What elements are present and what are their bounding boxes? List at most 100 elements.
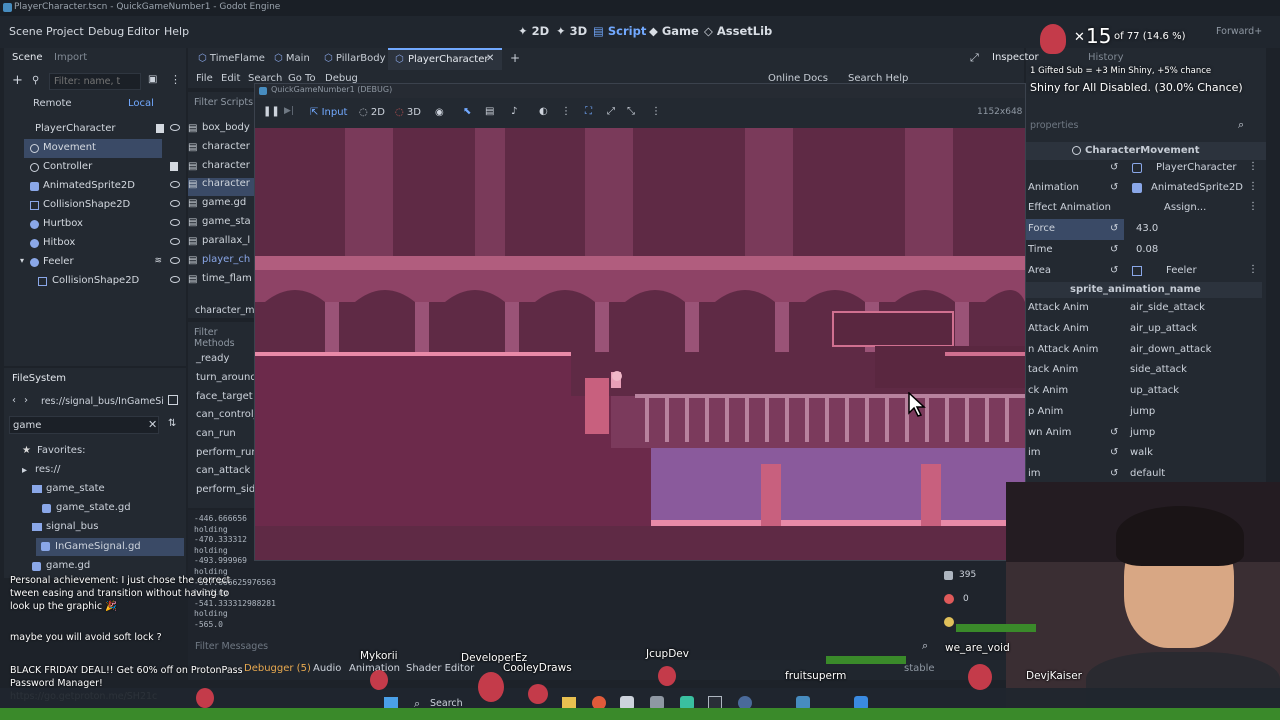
script-menu-edit[interactable]: Edit xyxy=(221,73,240,84)
method-item[interactable]: perform_run xyxy=(196,447,258,458)
subsection-sprite-animation-name[interactable]: sprite_animation_name xyxy=(1026,282,1262,298)
visibility-eye-icon[interactable] xyxy=(170,124,180,131)
mode-2d-button[interactable]: ◌ 2D xyxy=(359,107,385,118)
method-item[interactable]: can_attack xyxy=(196,465,250,476)
inspector-row-anim[interactable]: Attack Anim air_side_attack xyxy=(1026,298,1262,319)
inspector-row-animation[interactable]: Animation ↺ AnimatedSprite2D ⋮ xyxy=(1026,178,1262,199)
menu-debug[interactable]: Debug xyxy=(88,25,124,38)
tree-node-feeler[interactable]: ▾ Feeler ≋ xyxy=(4,253,184,272)
workspace-game-button[interactable]: ◆ Game xyxy=(649,24,699,38)
sort-icon[interactable]: ⇅ xyxy=(168,418,176,429)
fs-item-res[interactable]: res:// xyxy=(35,464,60,475)
script-attach-icon[interactable]: ▣ xyxy=(148,74,157,85)
menu-kebab-icon[interactable]: ⋮ xyxy=(561,106,571,117)
scene-filter-input[interactable] xyxy=(49,73,141,90)
filesystem-search-input[interactable] xyxy=(9,416,159,434)
inspector-filter-input[interactable]: properties xyxy=(1030,120,1078,131)
split-view-icon[interactable] xyxy=(168,395,178,405)
tree-node-collisionshape2d[interactable]: CollisionShape2D xyxy=(4,196,184,215)
visibility-eye-icon[interactable] xyxy=(170,181,180,188)
tab-scene[interactable]: Scene xyxy=(12,52,43,63)
visibility-eye-icon[interactable] xyxy=(170,238,180,245)
workspace-2d-button[interactable]: ✦ 2D xyxy=(518,24,549,38)
tab-import[interactable]: Import xyxy=(54,52,87,63)
tree-node-animatedsprite2d[interactable]: AnimatedSprite2D xyxy=(4,177,184,196)
method-item[interactable]: can_control_ xyxy=(196,409,259,420)
close-tab-icon[interactable]: ✕ xyxy=(486,53,494,64)
clear-search-icon[interactable]: ✕ xyxy=(148,418,157,431)
fs-item-ingamesignal[interactable]: InGameSignal.gd xyxy=(55,541,141,552)
add-node-icon[interactable]: + xyxy=(12,73,23,88)
next-frame-icon[interactable]: ▶| xyxy=(284,106,294,116)
reset-icon[interactable]: ↺ xyxy=(1110,468,1118,479)
inspector-row-anim[interactable]: im ↺ walk xyxy=(1026,443,1262,464)
menu-kebab-icon[interactable]: ⋮ xyxy=(1248,181,1258,192)
local-toggle[interactable]: Local xyxy=(94,95,184,113)
reset-icon[interactable]: ↺ xyxy=(1110,427,1118,438)
tab-playercharacter[interactable]: ⬡ PlayerCharacter ✕ xyxy=(388,48,502,70)
expand-icon[interactable]: ⤢ xyxy=(607,106,615,117)
audio-icon[interactable]: ♪ xyxy=(511,106,517,117)
inspector-row-time[interactable]: Time ↺ 0.08 xyxy=(1026,240,1262,261)
inspector-row-anim[interactable]: n Attack Anim air_down_attack xyxy=(1026,340,1262,361)
menu-kebab-icon[interactable]: ⋮ xyxy=(1248,161,1258,172)
method-item[interactable]: perform_side xyxy=(196,484,261,495)
game-viewport[interactable] xyxy=(255,128,1025,560)
visibility-eye-icon[interactable] xyxy=(170,219,180,226)
fullscreen-icon[interactable]: ⤡ xyxy=(627,106,635,117)
filter-methods-label[interactable]: Filter Methods xyxy=(194,327,254,349)
inspector-row-area[interactable]: Area ↺ Feeler ⋮ xyxy=(1026,261,1262,282)
reset-icon[interactable]: ↺ xyxy=(1110,265,1118,276)
menu-editor[interactable]: Editor xyxy=(127,25,160,38)
script-menu-file[interactable]: File xyxy=(196,73,213,84)
menu-kebab-icon[interactable]: ⋮ xyxy=(1248,264,1258,275)
workspace-assetlib-button[interactable]: ◇ AssetLib xyxy=(704,24,772,38)
inspector-row-force[interactable]: ↺ 43.0 xyxy=(1026,219,1262,240)
fit-icon[interactable]: ⛶ xyxy=(585,106,592,117)
method-item[interactable]: can_run xyxy=(196,428,236,439)
fs-item-signal-bus[interactable]: signal_bus xyxy=(46,521,98,532)
list-icon[interactable]: ▤ xyxy=(485,106,494,117)
method-item[interactable]: turn_around xyxy=(196,372,257,383)
visibility-eye-icon[interactable] xyxy=(170,200,180,207)
inspector-row-anim[interactable]: tack Anim side_attack xyxy=(1026,360,1262,381)
filter-scripts-label[interactable]: Filter Scripts xyxy=(194,97,253,108)
input-mode-button[interactable]: ⇱ Input xyxy=(310,107,347,118)
inspector-row-anim[interactable]: wn Anim ↺ jump xyxy=(1026,423,1262,444)
link-icon[interactable]: ⚲ xyxy=(32,75,39,86)
inspector-row-anim[interactable]: ck Anim up_attack xyxy=(1026,381,1262,402)
tree-node-hurtbox[interactable]: Hurtbox xyxy=(4,215,184,234)
reset-icon[interactable]: ↺ xyxy=(1110,223,1118,234)
inspector-row-anim[interactable]: p Anim jump xyxy=(1026,402,1262,423)
script-list-item-selected[interactable]: ▤ character xyxy=(188,178,254,196)
reset-icon[interactable]: ↺ xyxy=(1110,182,1118,193)
forward-arrow-icon[interactable]: › xyxy=(24,395,28,406)
tree-node-collisionshape2d-child[interactable]: CollisionShape2D xyxy=(4,272,184,291)
camera-icon[interactable]: ◐ xyxy=(539,106,548,117)
menu-kebab-icon[interactable]: ⋮ xyxy=(651,106,661,117)
reset-icon[interactable]: ↺ xyxy=(1110,162,1118,173)
mode-3d-button[interactable]: ◌ 3D xyxy=(395,107,421,118)
inspector-row-anim[interactable]: Attack Anim air_up_attack xyxy=(1026,319,1262,340)
inspector-row-effect-animation[interactable]: Effect Animation Assign... ⋮ xyxy=(1026,198,1262,219)
tree-node-movement[interactable]: Movement xyxy=(24,139,162,158)
game-debug-window[interactable]: QuickGameNumber1 (DEBUG) ❚❚ ▶| ⇱ Input ◌… xyxy=(254,83,1026,561)
menu-project[interactable]: Project xyxy=(46,25,84,38)
pause-icon[interactable]: ❚❚ xyxy=(263,106,280,117)
collapse-arrow-icon[interactable]: ▾ xyxy=(20,256,24,265)
reset-icon[interactable]: ↺ xyxy=(1110,244,1118,255)
tab-audio[interactable]: Audio xyxy=(313,663,341,674)
tree-node-hitbox[interactable]: Hitbox xyxy=(4,234,184,253)
fs-item-game-gd[interactable]: game.gd xyxy=(46,560,90,571)
remote-toggle[interactable]: Remote xyxy=(4,95,94,113)
assign-button[interactable]: Assign... xyxy=(1164,202,1206,213)
workspace-3d-button[interactable]: ✦ 3D xyxy=(556,24,587,38)
menu-kebab-icon[interactable]: ⋮ xyxy=(170,73,181,86)
method-item[interactable]: face_target xyxy=(196,391,253,402)
distraction-free-icon[interactable]: ⤢ xyxy=(970,51,979,65)
tab-shader-editor[interactable]: Shader Editor xyxy=(406,663,474,674)
add-tab-icon[interactable]: + xyxy=(510,51,520,65)
menu-scene[interactable]: Scene xyxy=(9,25,43,38)
fs-item-game-state-gd[interactable]: game_state.gd xyxy=(56,502,131,513)
visibility-eye-icon[interactable] xyxy=(170,276,180,283)
